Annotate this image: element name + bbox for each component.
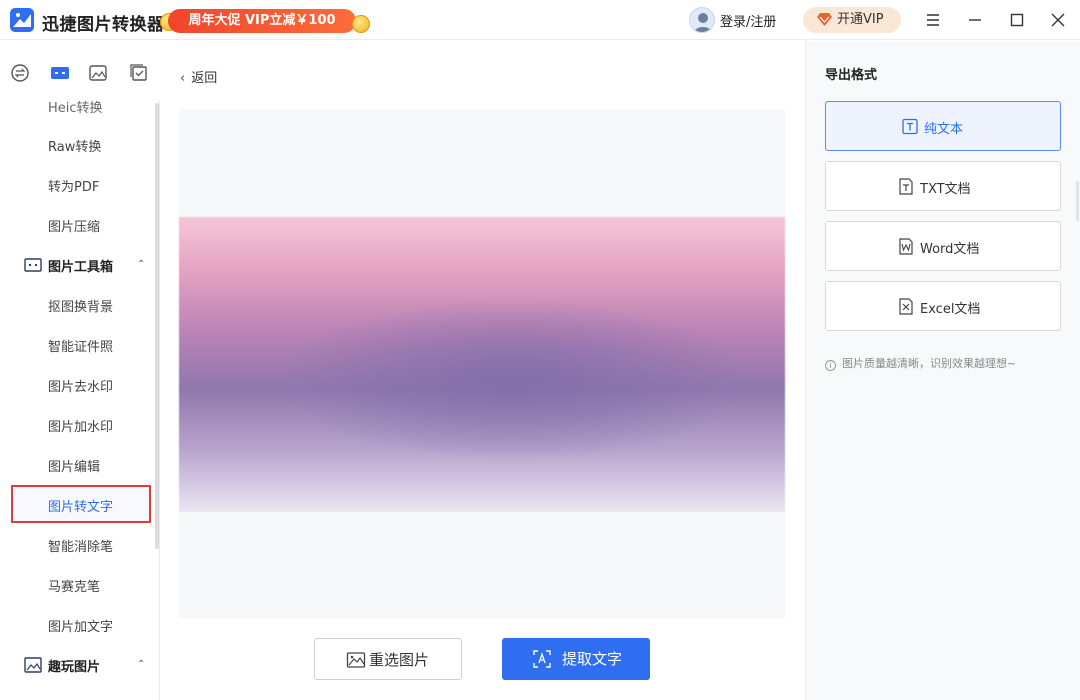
sidebar-scrollbar[interactable] xyxy=(155,103,159,549)
sidebar-item-remove-watermark[interactable]: 图片去水印 xyxy=(48,376,113,395)
sidebar-item-label: 图片转文字 xyxy=(48,500,114,515)
quality-hint-text: 图片质量越清晰，识别效果越理想~ xyxy=(842,357,1017,370)
sidebar-item-add-watermark[interactable]: 图片加水印 xyxy=(48,416,113,435)
sidebar-item-smart-eraser[interactable]: 智能消除笔 xyxy=(48,536,113,555)
format-label: TXT文档 xyxy=(920,182,971,197)
checklist-icon[interactable] xyxy=(129,63,149,83)
sidebar-item-add-text[interactable]: 图片加文字 xyxy=(48,616,113,635)
sidebar-item-image-to-text[interactable]: 图片转文字 xyxy=(11,485,151,523)
chevron-up-icon[interactable]: ⌃ xyxy=(137,659,145,670)
sidebar-item-cutout[interactable]: 抠图换背景 xyxy=(48,296,113,315)
chevron-left-icon: ‹ xyxy=(180,71,186,86)
open-vip-label: 开通VIP xyxy=(837,12,884,27)
maximize-icon[interactable] xyxy=(1006,9,1028,31)
quality-hint: i 图片质量越清晰，识别效果越理想~ xyxy=(825,355,1016,371)
sidebar-item-compress[interactable]: 图片压缩 xyxy=(48,216,100,235)
sidebar-group-label: 趣玩图片 xyxy=(48,660,101,675)
format-excel[interactable]: Excel文档 xyxy=(825,281,1061,331)
sidebar-group-label: 图片工具箱 xyxy=(48,260,114,275)
sidebar-item-id-photo[interactable]: 智能证件照 xyxy=(48,336,113,355)
format-label: 纯文本 xyxy=(924,122,964,137)
format-txt[interactable]: TXT文档 xyxy=(825,161,1061,211)
back-label: 返回 xyxy=(191,71,218,86)
format-label: Word文档 xyxy=(920,242,980,257)
txt-file-icon xyxy=(899,178,913,195)
sidebar-item-heic[interactable]: Heic转换 xyxy=(48,101,103,116)
image-icon xyxy=(346,652,366,668)
sidebar: Heic转换 Raw转换 转为PDF 图片压缩 图片工具箱 ⌃ 抠图换背景 智能… xyxy=(0,101,160,700)
reselect-image-label: 重选图片 xyxy=(369,651,430,669)
minimize-icon[interactable] xyxy=(964,9,986,31)
sidebar-item-pdf[interactable]: 转为PDF xyxy=(48,176,99,195)
word-file-icon xyxy=(899,238,913,255)
extract-text-label: 提取文字 xyxy=(562,650,623,668)
title-bar: 迅捷图片转换器 周年大促 VIP立减￥100 登录/注册 开通VIP xyxy=(0,0,1080,40)
image-preview xyxy=(179,109,785,618)
open-vip-button[interactable]: 开通VIP xyxy=(803,7,901,33)
preview-image xyxy=(179,217,785,512)
extract-text-button[interactable]: 提取文字 xyxy=(502,638,650,680)
info-icon: i xyxy=(825,360,836,371)
avatar-icon[interactable] xyxy=(689,7,715,33)
app-title: 迅捷图片转换器 xyxy=(42,15,165,35)
format-plain-text[interactable]: 纯文本 xyxy=(825,101,1061,151)
coin-icon xyxy=(352,15,370,33)
app-logo-icon xyxy=(10,8,34,32)
panel-scrollbar[interactable] xyxy=(1076,181,1079,221)
category-tabs xyxy=(0,41,160,101)
login-link[interactable]: 登录/注册 xyxy=(720,11,776,30)
format-word[interactable]: Word文档 xyxy=(825,221,1061,271)
export-title: 导出格式 xyxy=(825,68,878,83)
text-scan-icon xyxy=(533,650,551,668)
diamond-icon xyxy=(817,13,832,26)
close-icon[interactable] xyxy=(1047,9,1069,31)
text-icon xyxy=(902,118,918,135)
image-icon xyxy=(24,657,42,673)
sidebar-item-edit[interactable]: 图片编辑 xyxy=(48,456,100,475)
toolbox-icon[interactable] xyxy=(50,63,70,83)
sidebar-item-raw[interactable]: Raw转换 xyxy=(48,136,101,155)
menu-icon[interactable] xyxy=(922,9,944,31)
export-panel: 导出格式 纯文本 TXT文档 Word文档 Excel文档 i 图片质量越清晰，识… xyxy=(805,41,1080,700)
excel-file-icon xyxy=(899,298,913,315)
sidebar-item-mosaic[interactable]: 马赛克笔 xyxy=(48,576,100,595)
chevron-up-icon[interactable]: ⌃ xyxy=(137,259,145,270)
image-icon[interactable] xyxy=(88,63,108,83)
convert-icon[interactable] xyxy=(10,63,30,83)
promo-banner[interactable]: 周年大促 VIP立减￥100 xyxy=(160,8,372,34)
reselect-image-button[interactable]: 重选图片 xyxy=(314,638,462,680)
promo-label: 周年大促 VIP立减￥100 xyxy=(168,9,356,33)
toolbox-icon xyxy=(24,258,42,272)
format-label: Excel文档 xyxy=(920,302,981,317)
back-link[interactable]: ‹ 返回 xyxy=(180,67,217,86)
